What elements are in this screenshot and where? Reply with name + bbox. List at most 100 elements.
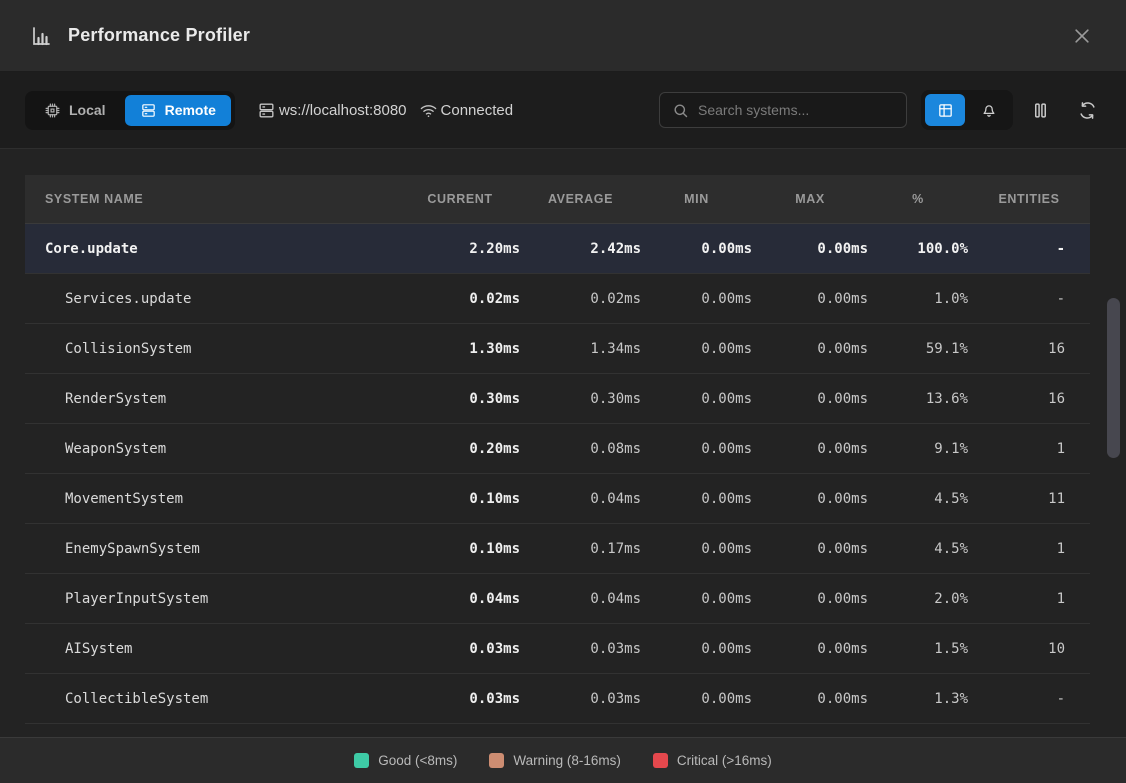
min-value: 0.00ms <box>641 541 752 557</box>
current-value: 0.10ms <box>400 541 520 557</box>
view-toggle-group <box>921 90 1013 130</box>
max-value: 0.00ms <box>752 641 868 657</box>
entities-value: 11 <box>968 491 1090 507</box>
title-bar: Performance Profiler <box>0 0 1126 72</box>
toolbar-right <box>659 90 1101 130</box>
profiler-table-area: SYSTEM NAME CURRENT AVERAGE MIN MAX % EN… <box>0 149 1126 737</box>
current-value: 0.20ms <box>400 441 520 457</box>
max-value: 0.00ms <box>752 291 868 307</box>
average-value: 0.08ms <box>520 441 641 457</box>
server-icon <box>140 102 157 119</box>
column-header-max[interactable]: MAX <box>752 192 868 206</box>
table-row-weapon-system[interactable]: WeaponSystem 0.20ms 0.08ms 0.00ms 0.00ms… <box>25 424 1090 474</box>
pause-button[interactable] <box>1027 97 1054 124</box>
entities-value: - <box>968 691 1090 707</box>
system-name: EnemySpawnSystem <box>25 541 400 557</box>
entities-value: - <box>968 241 1090 257</box>
system-name: CollectibleSystem <box>25 691 400 707</box>
min-value: 0.00ms <box>641 241 752 257</box>
system-name: PlayerInputSystem <box>25 591 400 607</box>
local-toggle-button[interactable]: Local <box>29 95 121 126</box>
table-row-ai-system[interactable]: AISystem 0.03ms 0.03ms 0.00ms 0.00ms 1.5… <box>25 624 1090 674</box>
vertical-scrollbar[interactable] <box>1107 298 1120 458</box>
connection-status-text: Connected <box>441 102 514 119</box>
system-name: CollisionSystem <box>25 341 400 357</box>
pause-icon <box>1031 101 1050 120</box>
performance-profiler-window: Performance Profiler Local <box>0 0 1126 783</box>
system-name: AISystem <box>25 641 400 657</box>
table-row-core-update[interactable]: Core.update 2.20ms 2.42ms 0.00ms 0.00ms … <box>25 224 1090 274</box>
percent-value: 13.6% <box>868 391 968 407</box>
system-name: RenderSystem <box>25 391 400 407</box>
min-value: 0.00ms <box>641 291 752 307</box>
table-row-enemy-spawn-system[interactable]: EnemySpawnSystem 0.10ms 0.17ms 0.00ms 0.… <box>25 524 1090 574</box>
table-row-services-update[interactable]: Services.update 0.02ms 0.02ms 0.00ms 0.0… <box>25 274 1090 324</box>
percent-value: 59.1% <box>868 341 968 357</box>
table-row-movement-system[interactable]: MovementSystem 0.10ms 0.04ms 0.00ms 0.00… <box>25 474 1090 524</box>
average-value: 2.42ms <box>520 241 641 257</box>
percent-value: 4.5% <box>868 491 968 507</box>
percent-value: 1.0% <box>868 291 968 307</box>
local-toggle-label: Local <box>69 102 106 118</box>
min-value: 0.00ms <box>641 391 752 407</box>
max-value: 0.00ms <box>752 441 868 457</box>
column-header-current[interactable]: CURRENT <box>400 192 520 206</box>
current-value: 0.30ms <box>400 391 520 407</box>
average-value: 0.04ms <box>520 591 641 607</box>
percent-value: 1.3% <box>868 691 968 707</box>
search-box <box>659 92 907 128</box>
average-value: 0.04ms <box>520 491 641 507</box>
legend-label: Critical (>16ms) <box>677 753 772 768</box>
connection-status: Connected <box>419 101 514 120</box>
search-input[interactable] <box>698 102 894 118</box>
page-title: Performance Profiler <box>68 25 250 46</box>
bell-icon <box>980 101 998 119</box>
legend-item-warning: Warning (8-16ms) <box>489 753 621 768</box>
percent-value: 9.1% <box>868 441 968 457</box>
current-value: 0.03ms <box>400 691 520 707</box>
max-value: 0.00ms <box>752 341 868 357</box>
current-value: 0.02ms <box>400 291 520 307</box>
wifi-icon <box>419 101 438 120</box>
legend-label: Good (<8ms) <box>378 753 457 768</box>
system-name: Services.update <box>25 291 400 307</box>
close-icon[interactable] <box>1068 22 1096 50</box>
min-value: 0.00ms <box>641 441 752 457</box>
table-row-collectible-system[interactable]: CollectibleSystem 0.03ms 0.03ms 0.00ms 0… <box>25 674 1090 724</box>
column-header-min[interactable]: MIN <box>641 192 752 206</box>
current-value: 1.30ms <box>400 341 520 357</box>
percent-value: 2.0% <box>868 591 968 607</box>
table-row-player-input-system[interactable]: PlayerInputSystem 0.04ms 0.04ms 0.00ms 0… <box>25 574 1090 624</box>
current-value: 0.04ms <box>400 591 520 607</box>
min-value: 0.00ms <box>641 691 752 707</box>
remote-toggle-label: Remote <box>165 102 216 118</box>
legend-item-good: Good (<8ms) <box>354 753 457 768</box>
refresh-button[interactable] <box>1074 97 1101 124</box>
connection-url-text: ws://localhost:8080 <box>279 102 407 119</box>
server-icon <box>257 101 276 120</box>
column-header-percent[interactable]: % <box>868 192 968 206</box>
min-value: 0.00ms <box>641 341 752 357</box>
legend-footer: Good (<8ms) Warning (8-16ms) Critical (>… <box>0 737 1126 783</box>
profiler-table: SYSTEM NAME CURRENT AVERAGE MIN MAX % EN… <box>25 175 1090 724</box>
remote-toggle-button[interactable]: Remote <box>125 95 231 126</box>
entities-value: 1 <box>968 441 1090 457</box>
connection-url: ws://localhost:8080 <box>257 101 407 120</box>
average-value: 0.30ms <box>520 391 641 407</box>
table-row-render-system[interactable]: RenderSystem 0.30ms 0.30ms 0.00ms 0.00ms… <box>25 374 1090 424</box>
column-header-entities[interactable]: ENTITIES <box>968 192 1090 206</box>
alerts-button[interactable] <box>969 94 1009 126</box>
column-header-system-name[interactable]: SYSTEM NAME <box>25 192 400 206</box>
system-name: MovementSystem <box>25 491 400 507</box>
max-value: 0.00ms <box>752 591 868 607</box>
warning-color-swatch <box>489 753 504 768</box>
entities-value: 16 <box>968 391 1090 407</box>
max-value: 0.00ms <box>752 691 868 707</box>
table-row-collision-system[interactable]: CollisionSystem 1.30ms 1.34ms 0.00ms 0.0… <box>25 324 1090 374</box>
entities-value: 10 <box>968 641 1090 657</box>
good-color-swatch <box>354 753 369 768</box>
table-view-button[interactable] <box>925 94 965 126</box>
column-header-average[interactable]: AVERAGE <box>520 192 641 206</box>
max-value: 0.00ms <box>752 391 868 407</box>
system-name: WeaponSystem <box>25 441 400 457</box>
